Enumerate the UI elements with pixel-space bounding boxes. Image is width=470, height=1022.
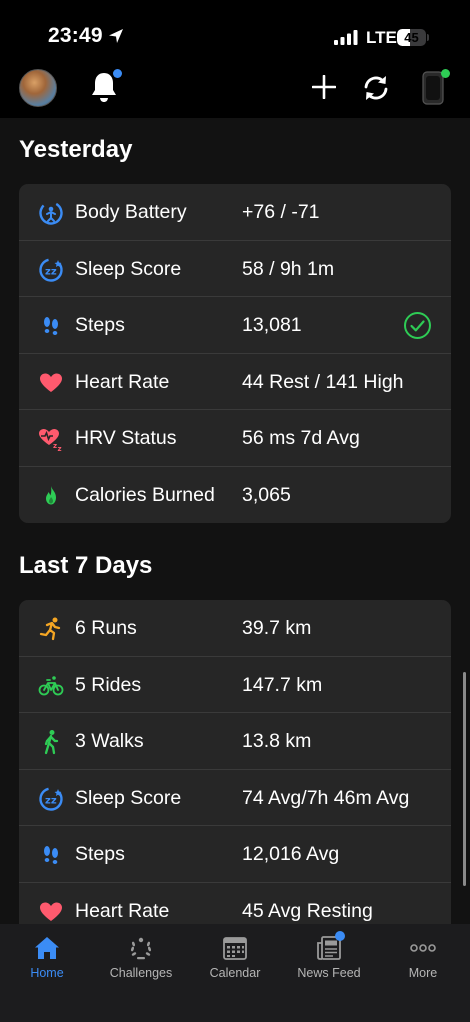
row-rides[interactable]: 5 Rides 147.7 km (19, 657, 451, 713)
network-type: LTE (366, 28, 397, 47)
row-calories-burned[interactable]: Calories Burned 3,065 (19, 467, 451, 524)
tab-home[interactable]: Home (0, 924, 94, 994)
svg-text:zz: zz (45, 266, 57, 277)
row-label: Sleep Score (75, 257, 182, 280)
svg-text:zz: zz (45, 795, 57, 806)
row-value: 12,016 Avg (242, 843, 340, 865)
battery-percent: 45 (404, 30, 419, 45)
sleep-score-icon: zz (39, 257, 63, 282)
calories-flame-icon (46, 485, 56, 504)
body-battery-icon (39, 201, 63, 225)
row-value: 3,065 (242, 483, 291, 506)
row-value: 74 Avg/7h 46m Avg (242, 786, 410, 809)
hrv-status-icon: z z (39, 429, 62, 452)
row-label: Heart Rate (75, 370, 170, 393)
row-heart-rate-7d[interactable]: Heart Rate 45 Avg Resting (19, 883, 451, 925)
row-label: 3 Walks (75, 730, 144, 752)
row-label: Heart Rate (75, 899, 170, 922)
location-arrow-icon (109, 29, 123, 43)
heart-rate-icon (40, 373, 62, 392)
row-runs[interactable]: 6 Runs 39.7 km (19, 600, 451, 657)
steps-icon (44, 317, 58, 335)
row-hrv-status[interactable]: z z HRV Status 56 ms 7d Avg (19, 410, 451, 467)
row-value: 13,081 (242, 314, 302, 336)
row-heart-rate[interactable]: Heart Rate 44 Rest / 141 High (19, 354, 451, 410)
row-label: Sleep Score (75, 786, 182, 809)
row-label: Steps (75, 843, 125, 865)
main-scroll[interactable]: Yesterday Body Battery +76 / -71 zz Slee… (0, 118, 470, 924)
tab-challenges[interactable]: Challenges (94, 924, 188, 994)
row-steps[interactable]: Steps 13,081 (19, 297, 451, 354)
section-title-last-7-days: Last 7 Days (19, 552, 153, 579)
tab-label: Challenges (109, 966, 173, 980)
row-value: 39.7 km (242, 617, 312, 639)
app-header (0, 60, 470, 118)
row-label: Body Battery (75, 201, 187, 223)
row-label: 5 Rides (75, 673, 142, 696)
calendar-icon (223, 937, 247, 960)
walk-icon (44, 730, 59, 755)
row-value: 45 Avg Resting (242, 899, 373, 922)
tab-calendar[interactable]: Calendar (188, 924, 282, 994)
sleep-score-icon: zz (39, 786, 63, 811)
plus-icon[interactable] (312, 75, 336, 99)
tab-label: News Feed (297, 966, 361, 980)
tab-label: Calendar (209, 966, 261, 980)
news-feed-notification-dot (335, 931, 345, 941)
steps-icon (44, 846, 58, 864)
row-value: 13.8 km (242, 730, 312, 752)
tab-more[interactable]: More (376, 924, 470, 994)
cell-signal-icon (334, 30, 358, 45)
scrollbar[interactable] (463, 672, 466, 886)
row-walks[interactable]: 3 Walks 13.8 km (19, 713, 451, 770)
section-title-yesterday: Yesterday (19, 136, 133, 163)
row-label: HRV Status (75, 427, 177, 449)
bike-icon (38, 675, 64, 695)
goal-check-icon (404, 312, 431, 339)
sync-icon[interactable] (361, 73, 391, 103)
run-icon (39, 617, 61, 641)
yesterday-card: Body Battery +76 / -71 zz Sleep Score 58… (19, 184, 451, 523)
svg-text:z: z (58, 445, 62, 452)
svg-text:z: z (53, 442, 57, 450)
row-steps-7d[interactable]: Steps 12,016 Avg (19, 826, 451, 883)
tab-label: Home (30, 966, 64, 980)
avatar[interactable] (19, 69, 57, 107)
row-label: 6 Runs (75, 617, 137, 639)
heart-rate-icon (40, 902, 62, 921)
row-value: +76 / -71 (242, 201, 320, 223)
battery-icon: 45 (397, 29, 429, 46)
row-sleep-score-7d[interactable]: zz Sleep Score 74 Avg/7h 46m Avg (19, 770, 451, 826)
tab-bar: Home Challenges Calendar News Feed More (0, 924, 470, 1022)
status-bar: 23:49 LTE 45 (0, 0, 470, 60)
tab-label: More (408, 966, 438, 980)
row-value: 147.7 km (242, 673, 323, 696)
laurel-icon (131, 937, 151, 960)
last-7-days-card: 6 Runs 39.7 km 5 Rides 147.7 km 3 Walks … (19, 600, 451, 924)
clock-time: 23:49 (48, 24, 103, 47)
row-value: 44 Rest / 141 High (242, 370, 404, 393)
row-value: 58 / 9h 1m (242, 257, 335, 280)
device-connected-dot (441, 69, 450, 78)
home-icon (35, 937, 59, 959)
row-label: Calories Burned (75, 483, 215, 506)
row-body-battery[interactable]: Body Battery +76 / -71 (19, 184, 451, 241)
row-label: Steps (75, 314, 125, 336)
notification-dot (113, 69, 122, 78)
row-sleep-score[interactable]: zz Sleep Score 58 / 9h 1m (19, 241, 451, 297)
tab-news-feed[interactable]: News Feed (282, 924, 376, 994)
row-value: 56 ms 7d Avg (242, 427, 360, 449)
more-dots-icon (410, 944, 436, 952)
